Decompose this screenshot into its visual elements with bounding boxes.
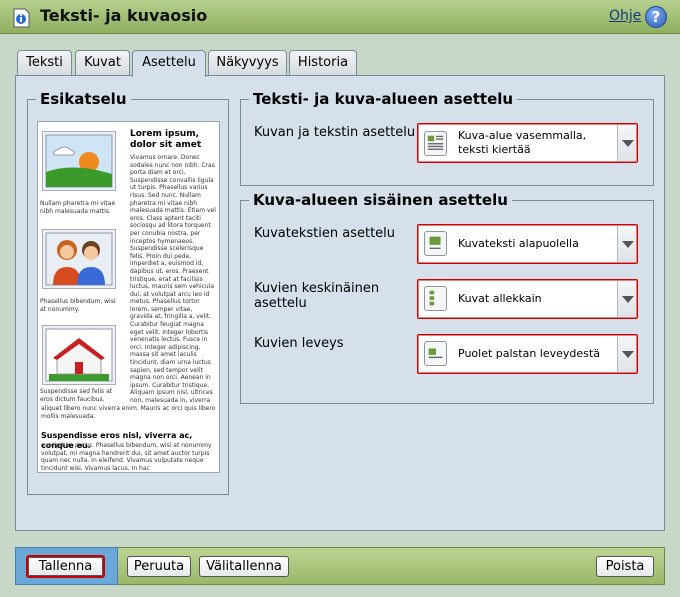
caption-layout-select[interactable]: Kuvateksti alapuolella — [417, 224, 638, 264]
chevron-down-icon[interactable] — [617, 226, 636, 262]
house-image — [42, 325, 116, 385]
image-width-value: Puolet palstan leveydestä — [458, 347, 600, 360]
tab-kuvat[interactable]: Kuvat — [75, 50, 130, 75]
help-icon[interactable]: ? — [645, 6, 667, 28]
image-width-label: Kuvien leveys — [254, 336, 344, 351]
chevron-down-icon[interactable] — [617, 336, 636, 372]
chevron-down-icon[interactable] — [617, 281, 636, 317]
window-title: Teksti- ja kuvaosio — [40, 6, 208, 25]
tab-asettelu[interactable]: Asettelu — [132, 50, 206, 77]
image-text-layout-value: Kuva-alue vasemmalla, teksti kiertää — [458, 129, 587, 156]
preview-body-continued: aliquet libero nunc viverra enim. Mauris… — [41, 405, 216, 420]
preview-caption-2: Phasellus bibendum, wisi at nonummy. — [40, 298, 116, 313]
preview-body: Vivamus ornare. Donec sodales nunc non n… — [130, 154, 216, 404]
preview-caption-3: Suspendisse sed felis at eros dictum fau… — [40, 388, 113, 403]
preview-legend: Esikatselu — [40, 90, 127, 108]
document-icon — [13, 8, 30, 28]
people-image — [42, 229, 116, 289]
preview-body-2: suscipit in, purus. Phasellus bibendum, … — [41, 442, 212, 472]
layout-legend: Teksti- ja kuva-alueen asettelu — [253, 90, 514, 108]
caption-below-icon — [424, 231, 447, 256]
layout-left-wrap-icon — [424, 131, 447, 156]
tab-nakyvyys[interactable]: Näkyvyys — [208, 50, 287, 75]
image-width-select[interactable]: Puolet palstan leveydestä — [417, 334, 638, 374]
help-link[interactable]: Ohje — [609, 8, 641, 24]
tab-teksti[interactable]: Teksti — [17, 50, 72, 75]
image-text-layout-select[interactable]: Kuva-alue vasemmalla, teksti kiertää — [417, 123, 638, 163]
caption-layout-label: Kuvatekstien asettelu — [254, 226, 396, 241]
half-width-icon — [424, 341, 447, 366]
image-arrangement-label: Kuvien keskinäinen asettelu — [254, 281, 380, 311]
inner-layout-legend: Kuva-alueen sisäinen asettelu — [253, 191, 508, 209]
title-bar: Teksti- ja kuvaosio Ohje ? — [0, 0, 680, 34]
chevron-down-icon[interactable] — [617, 125, 636, 161]
image-text-layout-label: Kuvan ja tekstin asettelu — [254, 125, 416, 140]
delete-button[interactable]: Poista — [596, 556, 654, 577]
preview-title: Lorem ipsum, dolor sit amet — [130, 129, 202, 150]
landscape-image — [42, 131, 116, 191]
images-stacked-icon — [424, 286, 447, 311]
save-button[interactable]: Tallenna — [26, 555, 105, 578]
save-draft-button[interactable]: Välitallenna — [199, 556, 289, 577]
cancel-button[interactable]: Peruuta — [127, 556, 191, 577]
tab-historia[interactable]: Historia — [289, 50, 357, 75]
caption-layout-value: Kuvateksti alapuolella — [458, 237, 579, 250]
preview-caption-1: Nullam pharetra mi vitae nibh malesuada … — [40, 200, 116, 215]
image-arrangement-value: Kuvat allekkain — [458, 292, 542, 305]
image-arrangement-select[interactable]: Kuvat allekkain — [417, 279, 638, 319]
preview-page: Nullam pharetra mi vitae nibh malesuada … — [37, 121, 220, 473]
